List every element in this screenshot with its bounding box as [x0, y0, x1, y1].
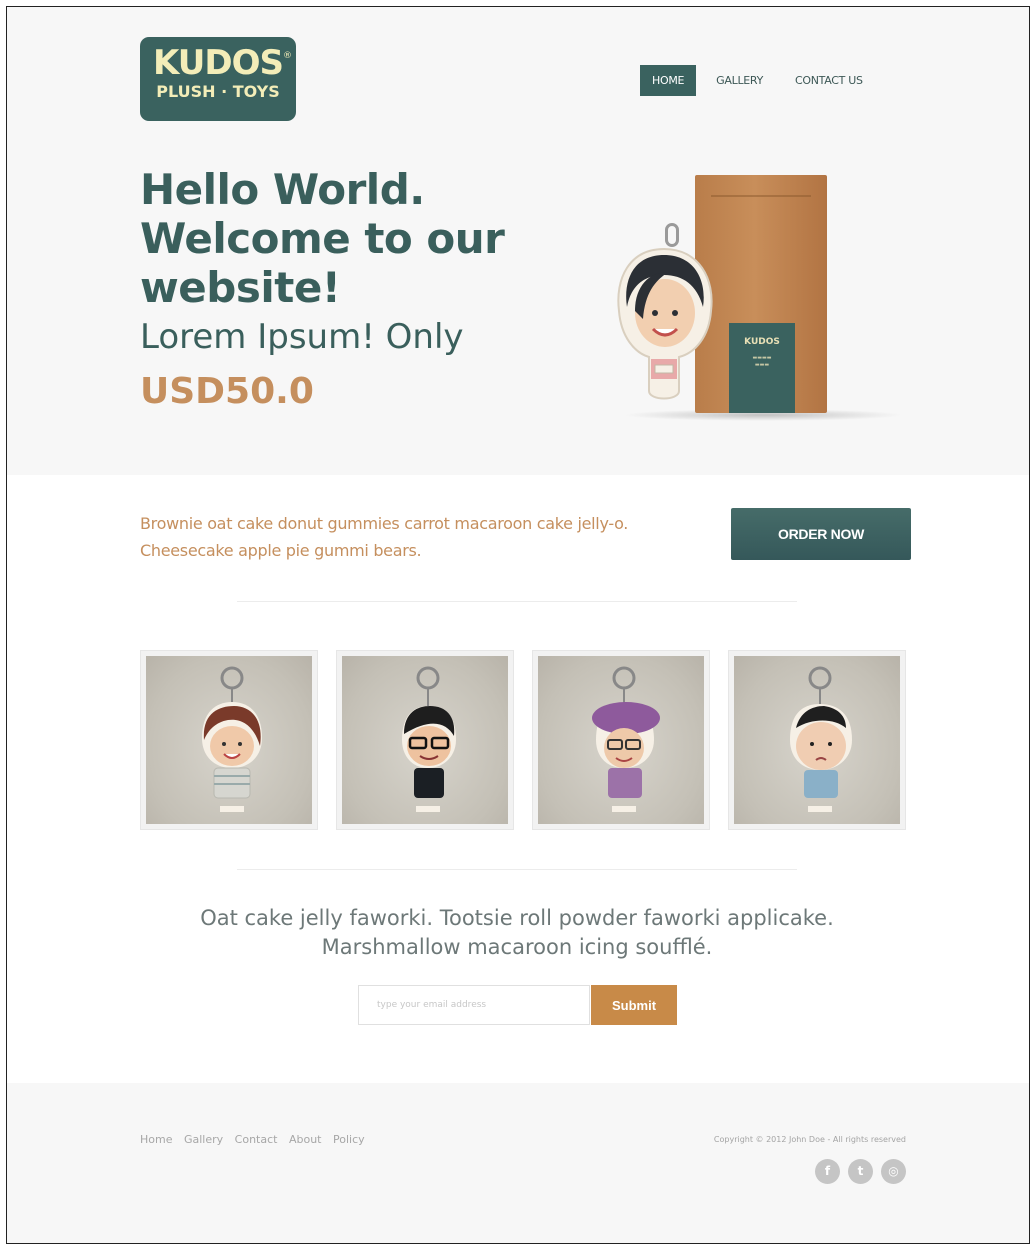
gallery-image [146, 656, 312, 824]
plush-doll-image [617, 247, 713, 400]
gallery-item-2[interactable] [336, 650, 514, 830]
logo-subtitle: PLUSH · TOYS [156, 82, 280, 101]
divider-bottom [237, 869, 797, 870]
submit-button[interactable]: Submit [591, 985, 677, 1025]
nav-item-contact[interactable]: CONTACT US [783, 65, 875, 96]
logo-title: KUDOS [153, 43, 284, 83]
facebook-icon[interactable]: f [815, 1159, 840, 1184]
copyright-text: Copyright © 2012 John Doe - All rights r… [713, 1135, 906, 1144]
headline-line-1: Hello World. [140, 165, 425, 214]
footer-link-contact[interactable]: Contact [235, 1133, 278, 1146]
promo-line-2: Cheesecake apple pie gummi bears. [140, 541, 422, 560]
order-now-button[interactable]: ORDER NOW [731, 508, 911, 560]
headline-line-3: website! [140, 263, 341, 312]
bag-label-text: KUDOS [744, 337, 780, 347]
toy-woman-beret-image [592, 666, 660, 812]
footer-link-gallery[interactable]: Gallery [184, 1133, 223, 1146]
gallery-item-4[interactable] [728, 650, 906, 830]
toy-baby-image [790, 666, 852, 812]
registered-mark: ® [283, 51, 292, 61]
tagline-line-1: Oat cake jelly faworki. Tootsie roll pow… [200, 906, 834, 930]
gallery-grid [140, 650, 906, 830]
bag-label-fineprint: ▬▬▬▬ ▬▬▬ [752, 355, 772, 368]
hero-headline: Hello World. Welcome to our website! Lor… [140, 165, 570, 412]
dribbble-icon[interactable]: ◎ [881, 1159, 906, 1184]
newsletter-tagline: Oat cake jelly faworki. Tootsie roll pow… [147, 904, 887, 962]
social-icons: f t ◎ [807, 1159, 906, 1184]
bag-label: KUDOS ▬▬▬▬ ▬▬▬ [729, 323, 795, 413]
gallery-image [538, 656, 704, 824]
promo-line-1: Brownie oat cake donut gummies carrot ma… [140, 514, 629, 533]
gallery-image [342, 656, 508, 824]
main-nav: HOME GALLERY CONTACT US [640, 64, 883, 96]
tagline-line-2: Marshmallow macaroon icing soufflé. [321, 935, 713, 959]
gallery-item-3[interactable] [532, 650, 710, 830]
footer-link-home[interactable]: Home [140, 1133, 172, 1146]
gallery-item-1[interactable] [140, 650, 318, 830]
footer-link-about[interactable]: About [289, 1133, 322, 1146]
footer-link-policy[interactable]: Policy [333, 1133, 365, 1146]
twitter-icon[interactable]: t [848, 1159, 873, 1184]
logo[interactable]: KUDOS PLUSH · TOYS ® [140, 37, 296, 121]
hero-section: KUDOS PLUSH · TOYS ® HOME GALLERY CONTAC… [7, 7, 1029, 475]
hero-subtitle: Lorem Ipsum! Only [140, 317, 464, 357]
toy-woman-short-hair-image [202, 666, 262, 812]
nav-item-gallery[interactable]: GALLERY [704, 65, 775, 96]
nav-item-home[interactable]: HOME [640, 64, 697, 96]
footer-links: Home Gallery Contact About Policy [140, 1133, 373, 1146]
headline-line-2: Welcome to our [140, 214, 505, 263]
bag-fold [711, 195, 811, 197]
footer: Home Gallery Contact About Policy Copyri… [7, 1083, 1029, 1243]
email-field[interactable] [358, 985, 590, 1025]
hero-price: USD50.0 [140, 371, 314, 412]
gallery-image [734, 656, 900, 824]
page-frame: KUDOS PLUSH · TOYS ® HOME GALLERY CONTAC… [6, 6, 1030, 1244]
divider-top [237, 601, 797, 602]
toy-man-glasses-image [402, 666, 456, 812]
promo-text: Brownie oat cake donut gummies carrot ma… [140, 510, 720, 564]
product-image: KUDOS ▬▬▬▬ ▬▬▬ [603, 167, 903, 427]
